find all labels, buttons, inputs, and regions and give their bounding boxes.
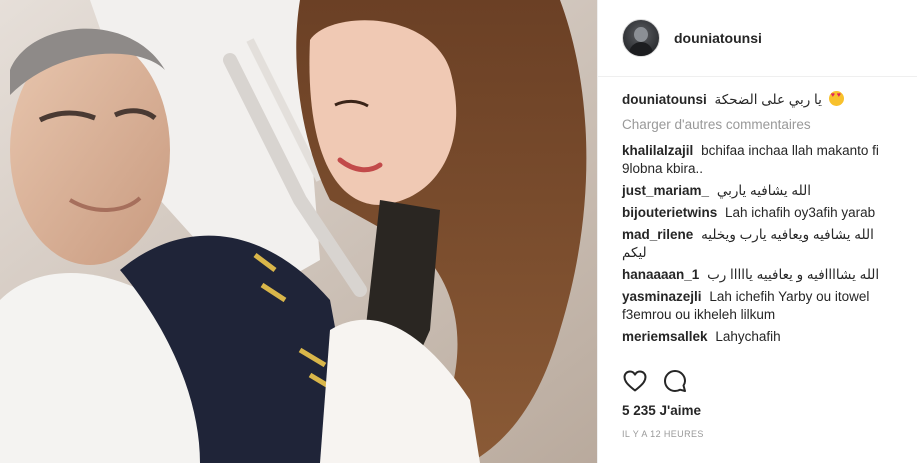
comment-text: Lah ichafih oy3afih yarab [725,205,876,220]
comment-author[interactable]: bijouterietwins [622,205,717,220]
comment-text: الله يشافيه ياربي [716,183,811,198]
comment-item: meriemsallek Lahychafih [622,328,893,346]
comment-item: bijouterietwins Lah ichafih oy3afih yara… [622,204,893,222]
comment-item: yasminazejli Lah ichefih Yarby ou itowel… [622,288,893,324]
author-avatar[interactable] [622,19,660,57]
comments-section[interactable]: douniatounsi يا ربي على الضحكة Charger d… [598,77,917,359]
comment-author[interactable]: khalilalzajil [622,143,693,158]
comment-bubble-icon [664,370,686,392]
avatar-body-shape [629,42,653,56]
comment-text: الله يشاااافيه و يعافييه يااااا رب [707,267,880,282]
comment-button[interactable] [662,368,688,394]
author-username[interactable]: douniatounsi [674,30,762,46]
comment-author[interactable]: yasminazejli [622,289,702,304]
comment-item: just_mariam_ الله يشافيه ياربي [622,182,893,200]
comment-item: khalilalzajil bchifaa inchaa llah makant… [622,142,893,178]
post-timestamp[interactable]: IL Y A 12 HEURES [622,429,704,439]
caption-author[interactable]: douniatounsi [622,92,707,107]
comment-author[interactable]: hanaaaan_1 [622,267,699,282]
post-photo[interactable] [0,0,597,463]
post-side-panel: douniatounsi douniatounsi يا ربي على الض… [597,0,917,463]
comment-author[interactable]: mad_rilene [622,227,693,242]
caption-text: يا ربي على الضحكة [714,92,822,107]
avatar-head-shape [634,27,648,42]
post-header: douniatounsi [598,0,917,77]
post-photo-illustration [0,0,597,463]
heart-eyes-emoji-icon [828,91,844,106]
likes-count[interactable]: 5 235 J'aime [622,403,701,418]
comment-item: hanaaaan_1 الله يشاااافيه و يعافييه يااا… [622,266,893,284]
like-button[interactable] [622,368,648,394]
heart-outline-icon [623,370,647,392]
comment-author[interactable]: meriemsallek [622,329,708,344]
post-actions [622,368,688,394]
comment-text: Lahychafih [715,329,781,344]
comment-author[interactable]: just_mariam_ [622,183,709,198]
comment-item: mad_rilene الله يشافيه ويعافيه يارب ويخل… [622,226,893,262]
load-more-comments-link[interactable]: Charger d'autres commentaires [622,117,893,132]
post-caption: douniatounsi يا ربي على الضحكة [622,91,893,109]
